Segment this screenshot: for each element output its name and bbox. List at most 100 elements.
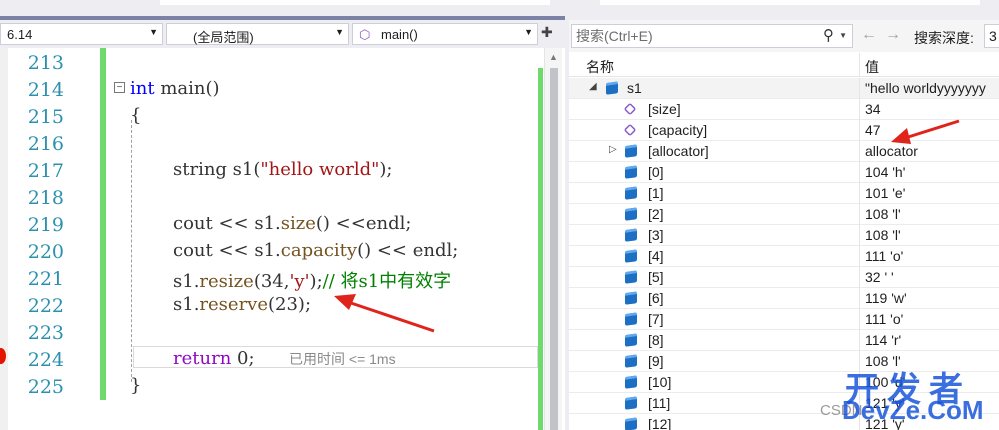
- method-name: size: [280, 213, 316, 234]
- chevron-down-icon[interactable]: ▼: [839, 31, 847, 40]
- watch-row[interactable]: [6] 119 'w': [569, 288, 999, 309]
- line-number: 220: [27, 241, 64, 263]
- annotation-arrow: [891, 119, 960, 144]
- navigation-bar: 6.14 ▼ (全局范围) ▼ ⬡ main() ▼ ✚: [0, 20, 565, 48]
- column-divider: [859, 225, 860, 246]
- search-icon[interactable]: ⚲: [823, 26, 834, 44]
- indent-guide: [131, 120, 132, 382]
- column-divider: [859, 120, 860, 141]
- line-number: 214: [27, 79, 64, 101]
- row-name: [9]: [648, 353, 664, 369]
- watch-row[interactable]: [1] 101 'e': [569, 183, 999, 204]
- watch-row[interactable]: [8] 114 'r': [569, 330, 999, 351]
- search-input[interactable]: [576, 26, 806, 46]
- variable-icon: [625, 375, 637, 389]
- watch-tab-strip[interactable]: [600, 0, 980, 5]
- row-value: "hello worldyyyyyyy: [865, 80, 986, 96]
- watch-row-s1[interactable]: ◢ s1 "hello worldyyyyyyy: [569, 78, 999, 99]
- editor-scrollbar[interactable]: ▲: [544, 48, 562, 430]
- variable-icon: [625, 270, 637, 284]
- row-value: 34: [865, 101, 881, 117]
- variable-icon: [606, 81, 618, 95]
- code-fragment: (34,: [253, 271, 290, 292]
- breakpoint-margin[interactable]: [0, 48, 8, 430]
- member-dropdown[interactable]: ⬡ main() ▼: [352, 23, 538, 45]
- watch-row[interactable]: [7] 111 'o': [569, 309, 999, 330]
- editor-tab-strip[interactable]: [160, 0, 550, 5]
- code-line-222: s1.reserve(23);: [173, 294, 311, 315]
- type-name: string: [173, 159, 227, 180]
- line-number: 224: [27, 349, 64, 371]
- row-name: [7]: [648, 311, 664, 327]
- overview-margin-bar: [538, 68, 543, 430]
- variable-icon: [625, 186, 637, 200]
- row-name: [allocator]: [648, 143, 709, 159]
- row-value: 47: [865, 122, 881, 138]
- scroll-up-icon[interactable]: ▲: [549, 52, 558, 62]
- scrollbar-thumb[interactable]: [550, 68, 558, 430]
- row-value: 114 'r': [865, 332, 902, 348]
- row-name: s1: [627, 80, 642, 96]
- code-line-215: {: [130, 105, 142, 126]
- code-fragment: cout << s1.: [173, 240, 281, 261]
- column-divider: [859, 330, 860, 351]
- code-fragment: );: [309, 271, 323, 292]
- variable-icon: [625, 417, 637, 430]
- code-fragment: (23);: [268, 294, 312, 315]
- column-divider: [859, 141, 860, 162]
- collapse-toggle-icon[interactable]: −: [114, 82, 125, 93]
- back-arrow-icon[interactable]: ←: [861, 26, 877, 44]
- chevron-down-icon: ▼: [149, 27, 158, 37]
- row-name: [1]: [648, 185, 664, 201]
- annotation-arrow: [334, 294, 435, 333]
- watch-row[interactable]: [2] 108 'l': [569, 204, 999, 225]
- row-name: [5]: [648, 269, 664, 285]
- search-box[interactable]: ⚲ ▼: [571, 24, 853, 48]
- column-divider[interactable]: [859, 53, 860, 77]
- watch-row[interactable]: [5] 32 ' ': [569, 267, 999, 288]
- line-number: 217: [27, 160, 64, 182]
- column-header-value[interactable]: 值: [865, 57, 879, 77]
- variable-icon: [625, 354, 637, 368]
- code-fragment: () <<endl;: [315, 213, 412, 234]
- member-dropdown-label: main(): [381, 27, 418, 42]
- column-divider: [859, 288, 860, 309]
- column-divider: [859, 162, 860, 183]
- split-pin-icon[interactable]: ✚: [541, 24, 553, 41]
- code-fragment: cout << s1.: [173, 213, 281, 234]
- code-editor[interactable]: 213 214 215 216 217 218 219 220 221 222 …: [0, 48, 565, 430]
- row-name: [12]: [648, 416, 672, 430]
- code-line-217: string s1("hello world");: [173, 159, 393, 180]
- variable-icon: [625, 291, 637, 305]
- keyword-int: int: [130, 78, 155, 99]
- property-icon: [623, 102, 637, 116]
- watch-row[interactable]: [0] 104 'h': [569, 162, 999, 183]
- column-divider: [859, 309, 860, 330]
- search-depth-input[interactable]: 3: [984, 24, 999, 48]
- watch-row[interactable]: [4] 111 'o': [569, 246, 999, 267]
- project-dropdown-label: 6.14: [7, 27, 33, 42]
- line-number: 222: [27, 295, 64, 317]
- code-line-219: cout << s1.size() <<endl;: [173, 213, 411, 234]
- code-fragment: s1.: [173, 271, 200, 292]
- changed-lines-bar: [100, 48, 106, 400]
- keyword-return: return: [173, 348, 232, 369]
- chevron-down-icon: ▼: [335, 27, 344, 37]
- row-name: [capacity]: [648, 122, 708, 138]
- method-name: capacity: [280, 240, 358, 261]
- line-number: 213: [27, 52, 64, 74]
- string-literal: "hello world": [260, 159, 380, 180]
- variable-icon: [625, 144, 637, 158]
- chevron-down-icon: ▼: [524, 27, 533, 37]
- expanded-triangle-icon[interactable]: ◢: [589, 81, 597, 92]
- project-dropdown[interactable]: 6.14 ▼: [0, 23, 163, 45]
- variable-icon: [625, 396, 637, 410]
- scope-dropdown[interactable]: (全局范围) ▼: [166, 23, 349, 45]
- collapsed-triangle-icon[interactable]: ▷: [609, 144, 617, 155]
- column-divider: [859, 267, 860, 288]
- watch-row[interactable]: [3] 108 'l': [569, 225, 999, 246]
- watch-row[interactable]: [size] 34: [569, 99, 999, 120]
- column-header-name[interactable]: 名称: [586, 57, 614, 77]
- forward-arrow-icon[interactable]: →: [885, 26, 901, 44]
- scope-dropdown-label: (全局范围): [193, 30, 254, 45]
